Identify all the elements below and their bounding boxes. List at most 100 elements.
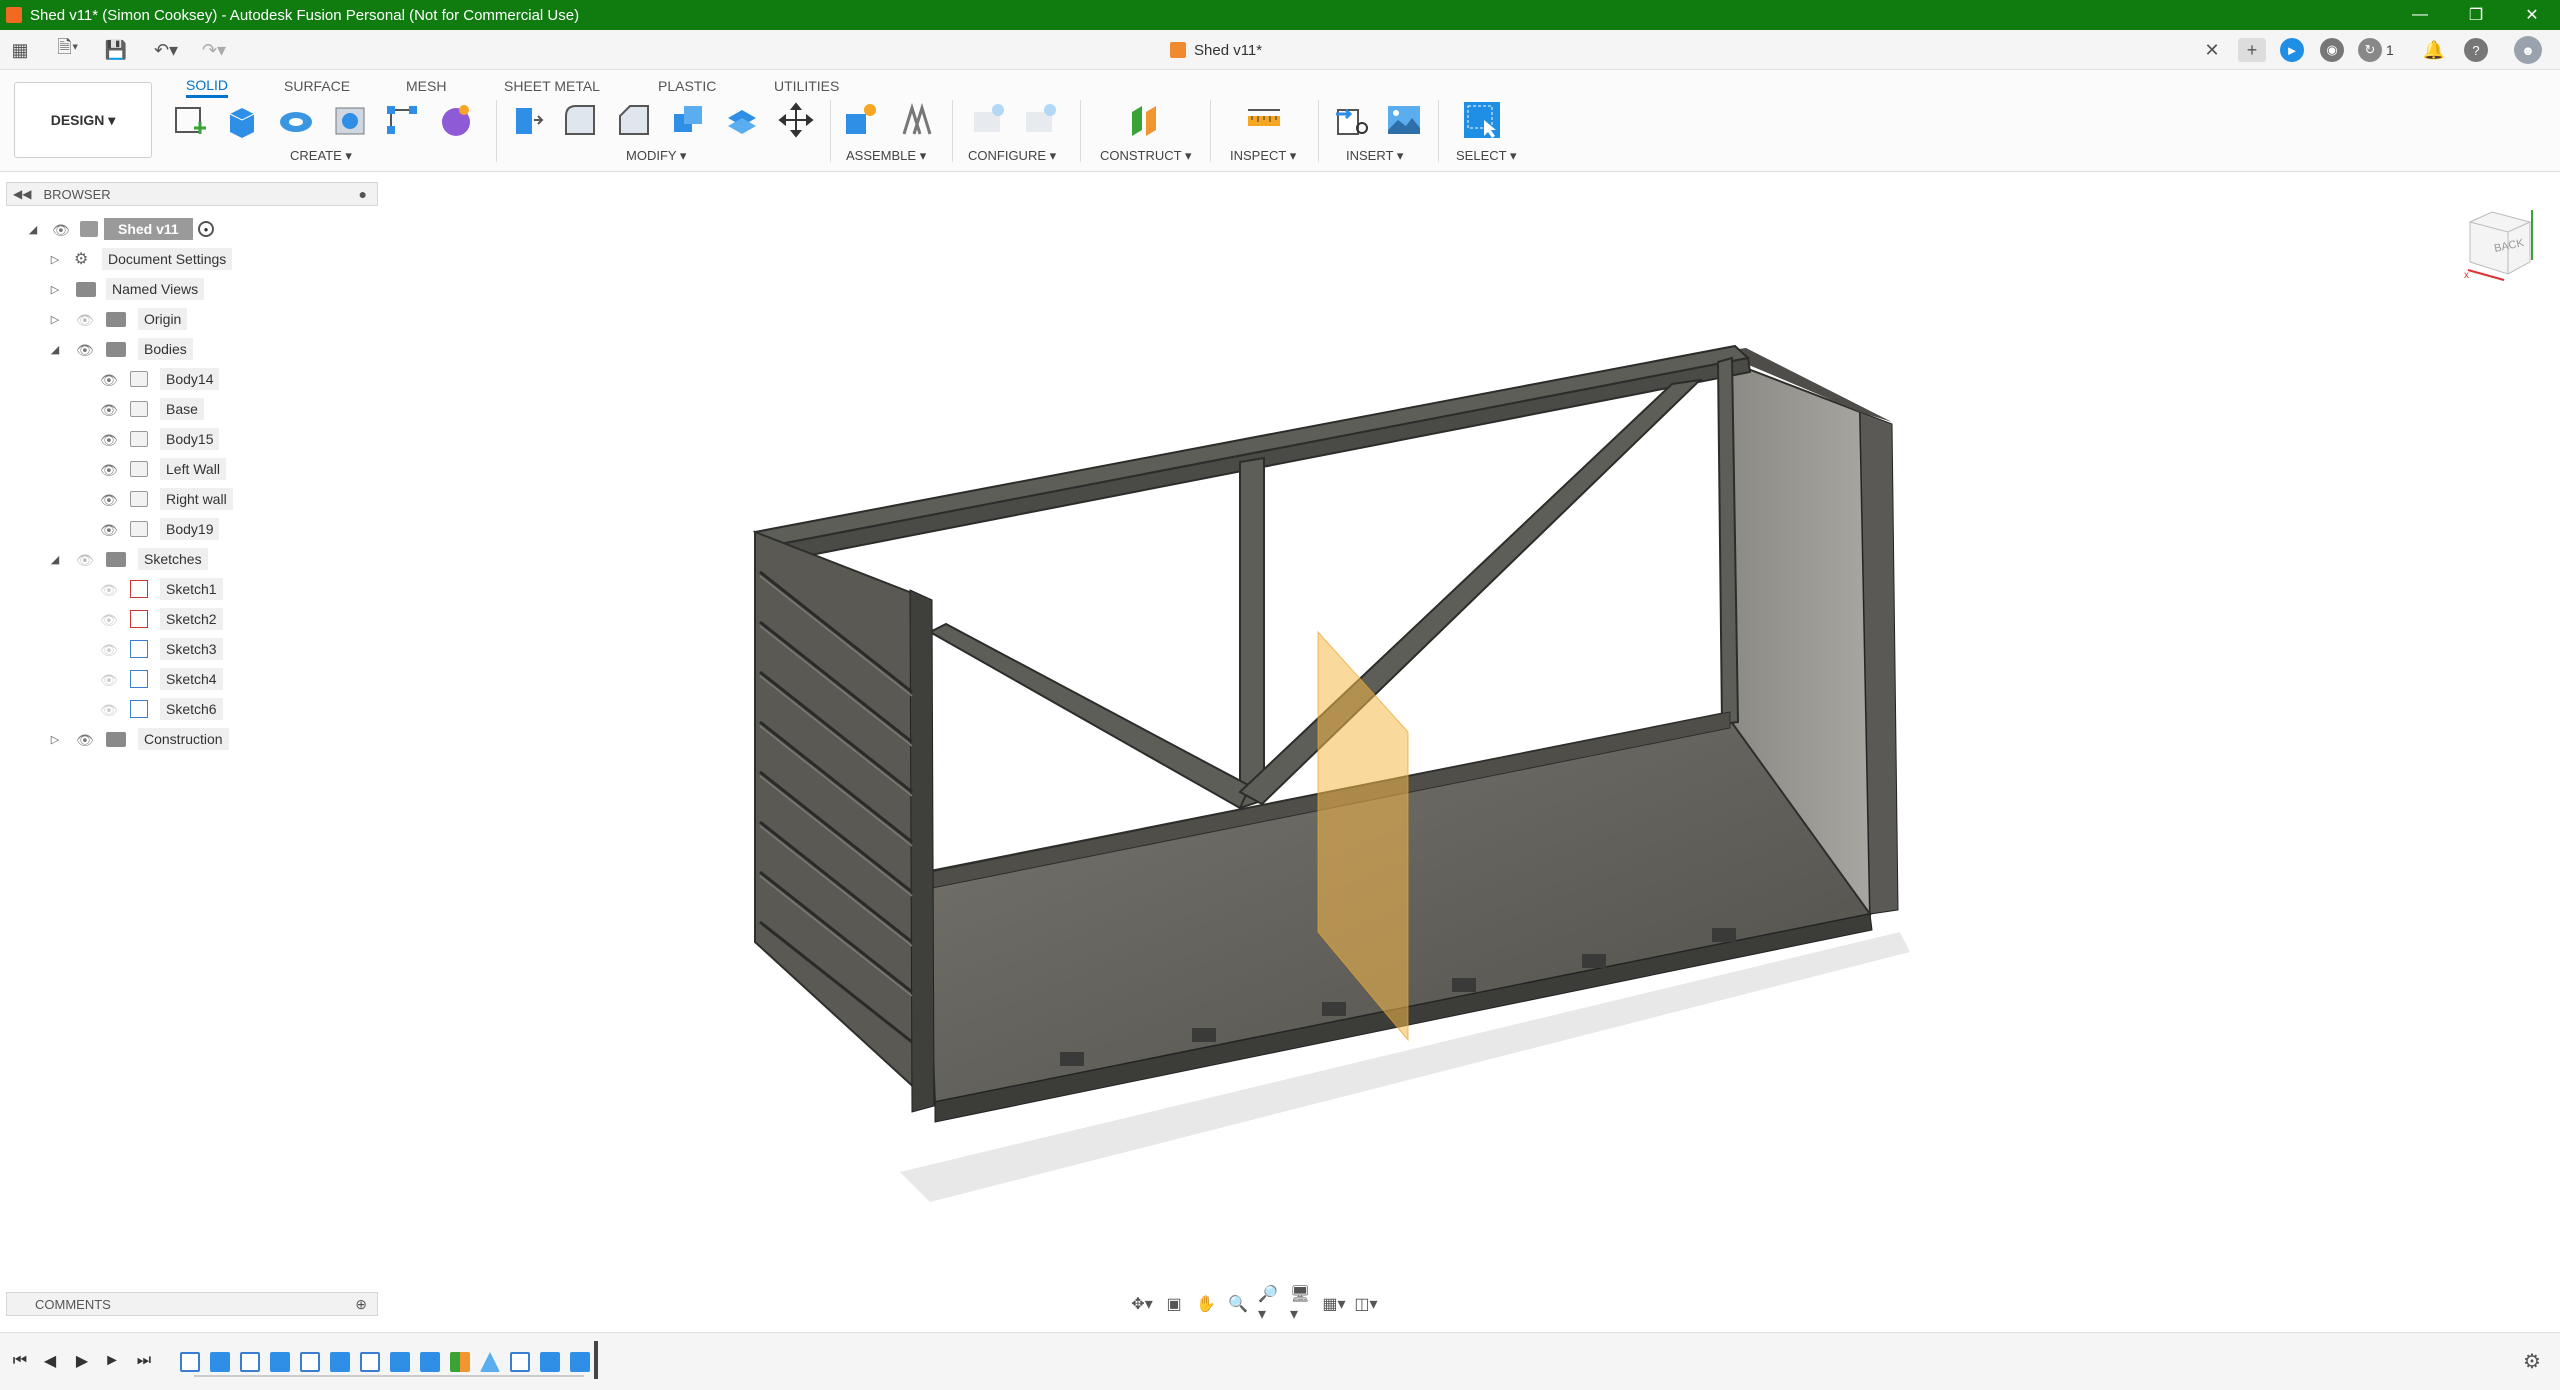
job-status-icon[interactable]: ↻: [2358, 38, 2382, 62]
community-icon[interactable]: ◉: [2320, 38, 2344, 62]
extrude-icon[interactable]: [222, 100, 262, 140]
pan-hand-icon[interactable]: ✋: [1194, 1293, 1218, 1315]
visibility-eye-icon[interactable]: 👁: [100, 372, 120, 388]
tree-item-bodies[interactable]: ◢ 👁 Bodies: [0, 335, 380, 363]
tree-item-body[interactable]: 👁 Body15: [0, 425, 380, 453]
display-settings-icon[interactable]: 🖥▾: [1290, 1286, 1314, 1323]
offset-plane-icon[interactable]: [1126, 100, 1166, 140]
collapse-arrow-icon[interactable]: ◢: [26, 223, 40, 236]
save-icon[interactable]: 💾: [104, 38, 128, 62]
tree-item-body[interactable]: 👁 Body19: [0, 515, 380, 543]
expand-arrow-icon[interactable]: ▷: [48, 313, 62, 326]
visibility-eye-icon[interactable]: 👁: [100, 432, 120, 448]
redo-icon[interactable]: ↷▾: [194, 38, 234, 62]
create-menu[interactable]: CREATE ▾: [290, 148, 352, 164]
collapse-arrow-icon[interactable]: ◢: [48, 343, 62, 356]
restore-button[interactable]: ❐: [2448, 0, 2504, 30]
visibility-eye-icon[interactable]: 👁: [76, 732, 96, 748]
hidden-eye-icon[interactable]: 👁: [100, 702, 120, 718]
visibility-eye-icon[interactable]: 👁: [100, 492, 120, 508]
notifications-bell-icon[interactable]: 🔔: [2422, 38, 2446, 62]
timeline-extrude-feature[interactable]: [210, 1352, 230, 1372]
measure-icon[interactable]: [1244, 100, 1284, 140]
browser-pin-icon[interactable]: ●: [359, 186, 367, 202]
tree-item-sketch[interactable]: 👁 Sketch4: [0, 665, 380, 693]
add-comment-icon[interactable]: ⊕: [355, 1296, 367, 1313]
tab-mesh[interactable]: MESH: [406, 74, 446, 98]
tree-item-origin[interactable]: ▷ 👁 Origin: [0, 305, 380, 333]
close-window-button[interactable]: ✕: [2504, 0, 2560, 30]
expand-arrow-icon[interactable]: ▷: [48, 253, 62, 266]
timeline-extrude-feature[interactable]: [330, 1352, 350, 1372]
hidden-eye-icon[interactable]: 👁: [100, 582, 120, 598]
design-viewport[interactable]: [0, 172, 2560, 1322]
zoom-icon[interactable]: 🔍: [1226, 1293, 1250, 1315]
timeline-sketch-feature[interactable]: [360, 1352, 380, 1372]
timeline-plane-feature[interactable]: [450, 1352, 470, 1372]
fillet-icon[interactable]: [560, 100, 600, 140]
visibility-eye-icon[interactable]: 👁: [52, 222, 72, 238]
go-to-end-icon[interactable]: ⏭: [132, 1349, 156, 1373]
workspace-switcher[interactable]: DESIGN ▾: [14, 82, 152, 158]
insert-menu[interactable]: INSERT ▾: [1346, 148, 1403, 164]
tab-utilities[interactable]: UTILITIES: [774, 74, 839, 98]
modify-menu[interactable]: MODIFY ▾: [626, 148, 686, 164]
timeline-extrude-feature[interactable]: [540, 1352, 560, 1372]
tree-item-document-settings[interactable]: ▷ ⚙ Document Settings: [0, 245, 380, 273]
offset-face-icon[interactable]: [722, 100, 762, 140]
combine-icon[interactable]: [668, 100, 708, 140]
undo-icon[interactable]: ↶▾: [146, 38, 186, 62]
new-component-icon[interactable]: [840, 100, 880, 140]
hidden-eye-icon[interactable]: 👁: [76, 552, 96, 568]
hidden-eye-icon[interactable]: 👁: [100, 612, 120, 628]
expand-arrow-icon[interactable]: ▷: [48, 733, 62, 746]
collapse-panel-icon[interactable]: ◀◀: [13, 187, 31, 201]
chamfer-icon[interactable]: [614, 100, 654, 140]
grid-snaps-icon[interactable]: ▦▾: [1322, 1293, 1346, 1315]
configure-table-icon[interactable]: [970, 100, 1010, 140]
data-panel-grid-icon[interactable]: ▦: [8, 38, 32, 62]
zoom-window-icon[interactable]: 🔎▾: [1258, 1286, 1282, 1323]
form-icon[interactable]: [436, 100, 476, 140]
tab-surface[interactable]: SURFACE: [284, 74, 350, 98]
tree-root[interactable]: ◢ 👁 Shed v11 ●: [0, 215, 380, 243]
step-back-icon[interactable]: ◀: [38, 1349, 62, 1373]
visibility-eye-icon[interactable]: 👁: [100, 522, 120, 538]
comments-panel[interactable]: COMMENTS ⊕: [6, 1292, 378, 1316]
tree-item-body[interactable]: 👁 Base: [0, 395, 380, 423]
rectangular-pattern-icon[interactable]: [382, 100, 422, 140]
go-to-start-icon[interactable]: ⏮: [8, 1349, 32, 1373]
press-pull-icon[interactable]: [506, 100, 546, 140]
timeline-pattern-feature[interactable]: [480, 1352, 500, 1372]
activate-component-icon[interactable]: ●: [198, 221, 214, 237]
tab-plastic[interactable]: PLASTIC: [658, 74, 716, 98]
tab-solid[interactable]: SOLID: [186, 74, 229, 98]
orbit-icon[interactable]: ✥▾: [1130, 1293, 1154, 1315]
assemble-menu[interactable]: ASSEMBLE ▾: [846, 148, 926, 164]
tree-item-sketch[interactable]: 👁 Sketch1: [0, 575, 380, 603]
hidden-eye-icon[interactable]: 👁: [100, 672, 120, 688]
user-avatar[interactable]: ☻: [2514, 36, 2542, 64]
move-copy-icon[interactable]: [776, 100, 816, 140]
revolve-icon[interactable]: [276, 100, 316, 140]
timeline-sketch-feature[interactable]: [300, 1352, 320, 1372]
timeline-extrude-feature[interactable]: [390, 1352, 410, 1372]
configure-menu[interactable]: CONFIGURE ▾: [968, 148, 1056, 164]
extensions-icon[interactable]: ►: [2280, 38, 2304, 62]
hole-icon[interactable]: [330, 100, 370, 140]
timeline-settings-gear-icon[interactable]: ⚙: [2520, 1349, 2544, 1373]
file-menu-icon[interactable]: 🗎▾: [48, 37, 88, 62]
tree-item-construction[interactable]: ▷ 👁 Construction: [0, 725, 380, 753]
help-icon[interactable]: ?: [2464, 38, 2488, 62]
tree-item-named-views[interactable]: ▷ Named Views: [0, 275, 380, 303]
select-icon[interactable]: [1462, 100, 1502, 140]
timeline-extrude-feature[interactable]: [570, 1352, 590, 1372]
viewcube[interactable]: x BACK: [2452, 200, 2542, 290]
tree-item-sketch[interactable]: 👁 Sketch3: [0, 635, 380, 663]
document-tab[interactable]: Shed v11*: [1170, 38, 1262, 62]
tree-item-body[interactable]: 👁 Body14: [0, 365, 380, 393]
expand-arrow-icon[interactable]: ▷: [48, 283, 62, 296]
timeline-sketch-feature[interactable]: [240, 1352, 260, 1372]
timeline-sketch-feature[interactable]: [510, 1352, 530, 1372]
hidden-eye-icon[interactable]: 👁: [76, 312, 96, 328]
